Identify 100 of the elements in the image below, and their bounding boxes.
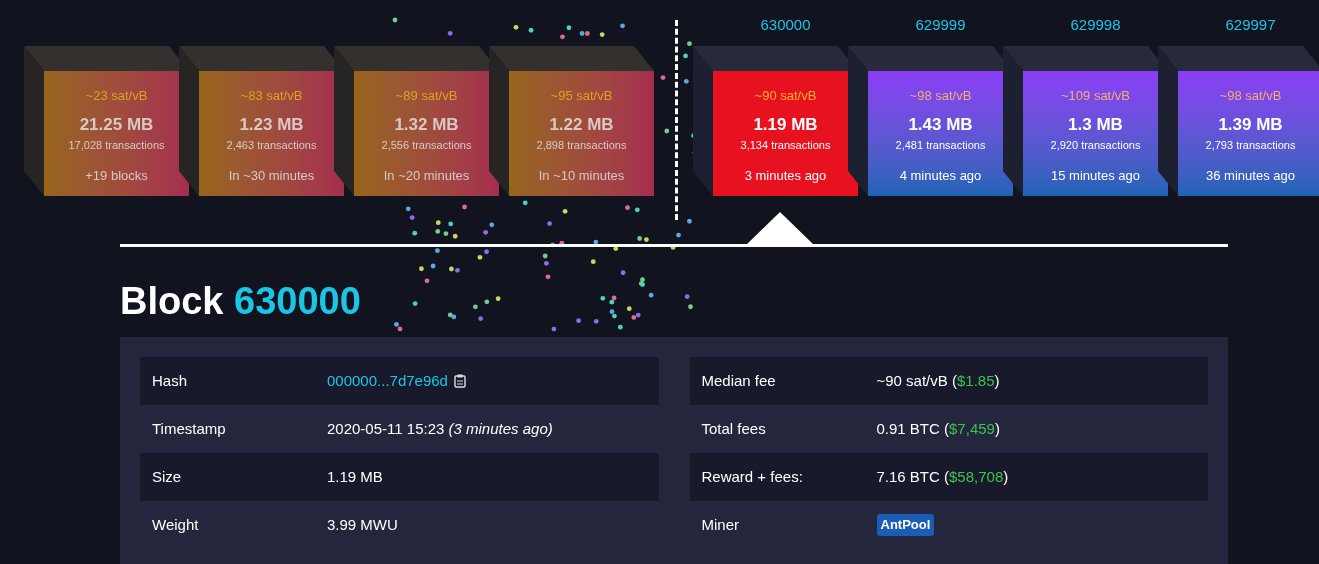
particle-dot — [648, 292, 654, 298]
particle-dot — [547, 221, 552, 226]
particle-dot — [599, 32, 605, 37]
particle-dot — [443, 231, 449, 236]
transaction-count: 2,463 transactions — [226, 138, 317, 153]
block-time: +19 blocks — [85, 166, 148, 185]
particle-dot — [576, 318, 581, 324]
particle-dot — [593, 239, 599, 245]
detail-label: Hash — [152, 370, 189, 391]
particle-dot — [484, 299, 490, 305]
particle-dot — [566, 25, 572, 31]
fee-rate: ~95 sat/vB — [550, 87, 613, 105]
block-size: 1.43 MB — [908, 113, 973, 136]
particle-dot — [683, 78, 689, 84]
particle-dot — [684, 294, 690, 300]
particle-dot — [545, 274, 551, 280]
particle-dot — [448, 221, 454, 227]
block-size: 1.22 MB — [549, 113, 614, 136]
block-size: 1.39 MB — [1218, 113, 1283, 136]
block-card[interactable]: ~98 sat/vB 1.39 MB 2,793 transactions 36 minutes ago — [1178, 71, 1319, 196]
block-size: 1.32 MB — [394, 113, 459, 136]
fee-rate: ~98 sat/vB — [1219, 87, 1282, 105]
block-card[interactable]: ~83 sat/vB 1.23 MB 2,463 transactions In ~30 minutes — [199, 71, 344, 196]
transaction-count: 2,920 transactions — [1050, 138, 1141, 153]
fee-rate: ~98 sat/vB — [909, 87, 972, 105]
particle-dot — [409, 215, 415, 220]
detail-value: ~90 sat/vB ($1.85) — [876, 370, 1000, 391]
particle-dot — [683, 53, 688, 59]
transaction-count: 2,556 transactions — [381, 138, 472, 153]
particle-dot — [637, 236, 642, 241]
block-card[interactable]: ~23 sat/vB 21.25 MB 17,028 transactions +19 blocks — [44, 71, 189, 196]
fee-rate: ~83 sat/vB — [240, 87, 303, 105]
particle-dot — [412, 301, 418, 306]
particle-dot — [495, 296, 501, 302]
particle-dot — [617, 324, 623, 330]
block-time: 4 minutes ago — [899, 166, 982, 185]
fee-rate: ~89 sat/vB — [395, 87, 458, 105]
block-time: 3 minutes ago — [744, 166, 827, 185]
particle-dot — [620, 270, 626, 276]
particle-dot — [405, 206, 411, 212]
block-size: 21.25 MB — [79, 113, 154, 136]
detail-value: 0.91 BTC ($7,459) — [876, 418, 1000, 439]
block-card[interactable]: ~95 sat/vB 1.22 MB 2,898 transactions In ~10 minutes — [509, 71, 654, 196]
detail-label: Total fees — [701, 418, 767, 439]
particle-dot — [620, 23, 625, 29]
particle-dot — [551, 326, 557, 332]
particle-dot — [676, 232, 681, 238]
block-height[interactable]: 629999 — [915, 14, 966, 37]
hash-link[interactable]: 000000...7d7e96d — [327, 369, 448, 393]
detail-label: Median fee — [701, 370, 777, 391]
transaction-count: 3,134 transactions — [740, 138, 831, 153]
particle-dot — [522, 200, 528, 206]
block-height[interactable]: 629998 — [1070, 14, 1121, 37]
transaction-count: 2,481 transactions — [895, 138, 986, 153]
block-size: 1.23 MB — [239, 113, 304, 136]
particle-dot — [593, 318, 599, 324]
particle-dot — [687, 41, 692, 47]
block-card[interactable]: ~98 sat/vB 1.43 MB 2,481 transactions 4 minutes ago — [868, 71, 1013, 196]
particle-dot — [462, 204, 467, 210]
particle-dot — [447, 30, 453, 36]
block-title: Block 630000 — [120, 280, 361, 322]
fee-rate: ~90 sat/vB — [754, 87, 817, 105]
particle-dot — [687, 218, 692, 224]
particle-dot — [430, 263, 436, 269]
detail-value: 1.19 MB — [327, 466, 383, 487]
block-card[interactable]: ~90 sat/vB 1.19 MB 3,134 transactions 3 minutes ago — [713, 71, 858, 196]
particle-dot — [412, 230, 418, 236]
transaction-count: 2,898 transactions — [536, 138, 627, 153]
particle-dot — [392, 17, 398, 23]
particle-dot — [435, 229, 441, 234]
fee-rate: ~109 sat/vB — [1061, 87, 1130, 105]
particle-dot — [660, 75, 666, 80]
detail-value: 3.99 MWU — [327, 514, 398, 535]
particle-dot — [644, 237, 649, 242]
clipboard-icon[interactable] — [453, 374, 466, 388]
particle-dot — [419, 266, 424, 272]
block-card[interactable]: ~89 sat/vB 1.32 MB 2,556 transactions In ~20 minutes — [354, 71, 499, 196]
detail-value: 7.16 BTC ($58,708) — [876, 466, 1009, 487]
block-time: In ~20 minutes — [383, 166, 470, 185]
block-size: 1.19 MB — [753, 113, 818, 136]
particle-dot — [626, 306, 632, 312]
particle-dot — [664, 128, 670, 134]
particle-dot — [600, 295, 606, 301]
detail-label: Size — [152, 466, 183, 487]
particle-dot — [528, 27, 534, 33]
miner-tag[interactable]: AntPool — [876, 514, 935, 536]
block-height[interactable]: 629997 — [1225, 14, 1276, 37]
detail-label: Miner — [701, 514, 740, 535]
block-height[interactable]: 630000 — [760, 14, 811, 37]
particle-dot — [560, 34, 565, 40]
detail-label: Weight — [152, 514, 200, 535]
particle-dot — [634, 207, 640, 213]
particle-dot — [424, 278, 430, 284]
particle-dot — [435, 248, 440, 254]
block-size: 1.3 MB — [1068, 113, 1123, 136]
particle-dot — [452, 233, 458, 239]
particle-dot — [473, 304, 478, 310]
block-card[interactable]: ~109 sat/vB 1.3 MB 2,920 transactions 15 minutes ago — [1023, 71, 1168, 196]
particle-dot — [562, 208, 568, 214]
particle-dot — [478, 316, 484, 321]
